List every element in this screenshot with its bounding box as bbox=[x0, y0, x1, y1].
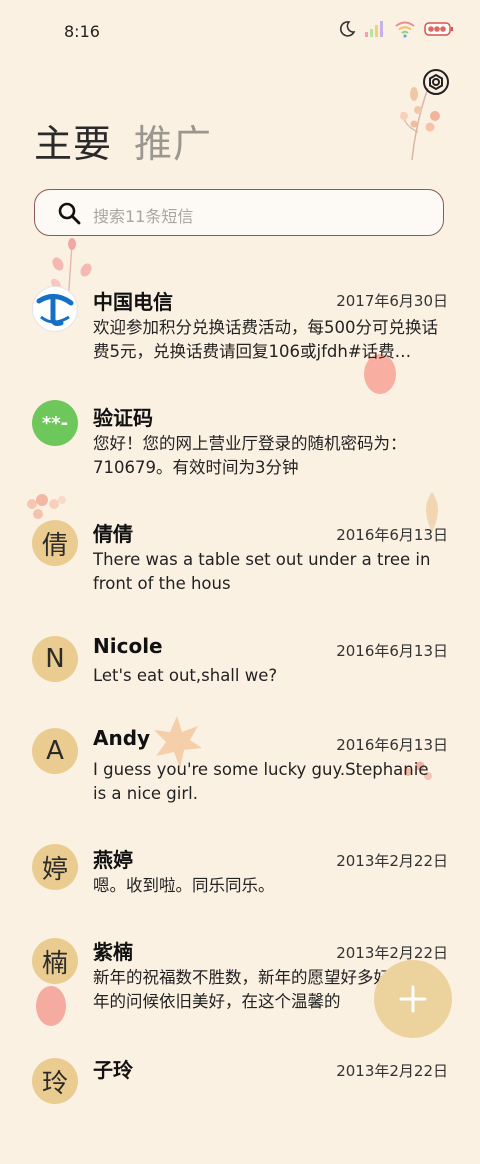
china-telecom-logo-icon bbox=[32, 286, 78, 332]
avatar: 倩 bbox=[32, 520, 78, 566]
contact-name: 子玲 bbox=[93, 1058, 133, 1082]
conversation-item[interactable]: 中国电信 2017年6月30日 欢迎参加积分兑换话费活动，每500分可兑换话费5… bbox=[0, 282, 480, 392]
message-snippet: Let's eat out,shall we? bbox=[93, 666, 278, 685]
contact-name: 倩倩 bbox=[93, 522, 133, 546]
avatar: **- bbox=[32, 400, 78, 446]
avatar: 玲 bbox=[32, 1058, 78, 1104]
compose-button[interactable] bbox=[374, 960, 452, 1038]
message-snippet: There was a table set out under a tree i… bbox=[93, 550, 431, 593]
message-date: 2013年2月22日 bbox=[336, 944, 448, 962]
contact-name: Andy bbox=[93, 726, 151, 750]
conversation-item[interactable]: 玲 子玲 2013年2月22日 bbox=[0, 1054, 480, 1164]
search-placeholder: 搜索11条短信 bbox=[93, 207, 194, 226]
avatar: 婷 bbox=[32, 844, 78, 890]
contact-name: 验证码 bbox=[93, 406, 153, 430]
avatar: A bbox=[32, 728, 78, 774]
contact-name: 中国电信 bbox=[93, 290, 173, 314]
status-icons bbox=[338, 20, 454, 38]
conversation-item[interactable]: **- 验证码 您好！您的网上营业厅登录的随机密码为：710679。有效时间为3… bbox=[0, 398, 480, 508]
message-date: 2016年6月13日 bbox=[336, 642, 448, 660]
battery-icon bbox=[424, 22, 453, 36]
status-bar: 8:16 bbox=[0, 0, 480, 62]
message-tabs: 主要 推广 bbox=[34, 118, 212, 170]
message-date: 2016年6月13日 bbox=[336, 736, 448, 754]
avatar: 楠 bbox=[32, 938, 78, 984]
message-snippet: I guess you're some lucky guy.Stephanie … bbox=[93, 760, 429, 803]
message-date: 2016年6月13日 bbox=[336, 526, 448, 544]
message-date: 2013年2月22日 bbox=[336, 852, 448, 870]
message-snippet: 嗯。收到啦。同乐同乐。 bbox=[93, 876, 275, 895]
contact-name: Nicole bbox=[93, 634, 163, 658]
status-time: 8:16 bbox=[64, 22, 100, 41]
tab-promotions[interactable]: 推广 bbox=[134, 118, 212, 170]
search-bar[interactable]: 搜索11条短信 bbox=[34, 189, 444, 236]
signal-icon bbox=[365, 21, 383, 37]
message-date: 2017年6月30日 bbox=[336, 292, 448, 310]
avatar: N bbox=[32, 636, 78, 682]
contact-name: 燕婷 bbox=[93, 848, 133, 872]
message-date: 2013年2月22日 bbox=[336, 1062, 448, 1080]
message-snippet: 欢迎参加积分兑换话费活动，每500分可兑换话费5元，兑换话费请回复106或jfd… bbox=[93, 318, 438, 361]
message-snippet: 您好！您的网上营业厅登录的随机密码为：710679。有效时间为3分钟 bbox=[93, 434, 407, 477]
moon-icon bbox=[339, 21, 356, 37]
search-icon bbox=[58, 202, 81, 225]
wifi-icon bbox=[395, 21, 415, 38]
settings-gear-icon[interactable] bbox=[420, 66, 452, 98]
conversation-item[interactable]: A Andy 2016年6月13日 I guess you're some lu… bbox=[0, 724, 480, 834]
plus-icon bbox=[399, 985, 427, 1013]
conversation-item[interactable]: 倩 倩倩 2016年6月13日 There was a table set ou… bbox=[0, 514, 480, 624]
contact-name: 紫楠 bbox=[93, 940, 133, 964]
tab-primary[interactable]: 主要 bbox=[34, 118, 112, 170]
